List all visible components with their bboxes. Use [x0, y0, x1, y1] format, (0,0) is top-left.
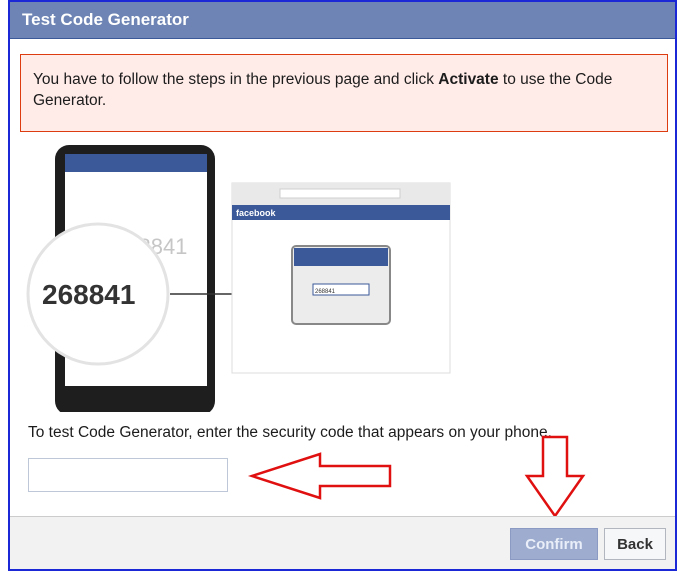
code-generator-dialog: Test Code Generator You have to follow t… — [8, 0, 677, 571]
annotation-arrows — [247, 435, 586, 519]
left-arrow-annotation — [247, 452, 392, 500]
down-arrow-annotation — [524, 435, 586, 519]
back-button[interactable]: Back — [604, 528, 666, 560]
dialog-footer: Confirm Back — [10, 516, 675, 569]
confirm-button[interactable]: Confirm — [510, 528, 598, 560]
